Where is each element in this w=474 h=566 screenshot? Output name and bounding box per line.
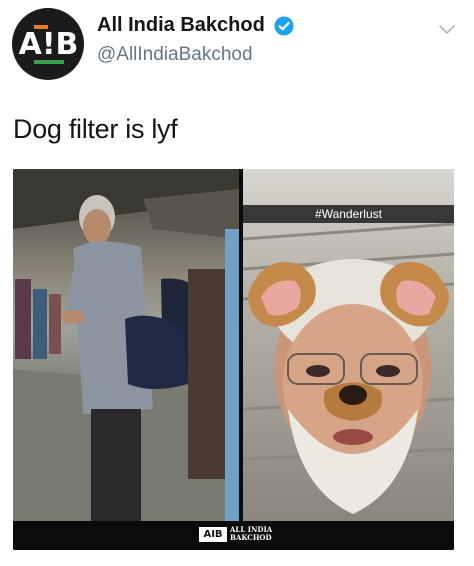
verified-badge-icon — [274, 16, 294, 36]
user-handle[interactable]: @AllIndiaBakchod — [97, 44, 253, 66]
aib-logo-bang: ! — [41, 26, 56, 62]
display-name[interactable]: All India Bakchod — [97, 14, 265, 37]
aib-logo-a: A — [18, 26, 42, 62]
tweet-text: Dog filter is lyf — [13, 114, 178, 144]
watermark-line-2: BAKCHOD — [230, 533, 272, 542]
aib-logo-b: B — [55, 26, 79, 62]
watermark-text: ALL INDIA BAKCHOD — [230, 526, 278, 542]
aib-logo: A! B — [18, 26, 79, 62]
tweet-card: A! B All India Bakchod @AllIndiaBakchod D… — [0, 0, 474, 566]
photo-dog-filter-selfie: #Wanderlust — [243, 169, 454, 521]
tweet-media[interactable]: #Wanderlust AIB ALL INDIA BAKCHOD — [13, 169, 454, 550]
snapchat-caption: #Wanderlust — [243, 205, 454, 223]
chevron-down-icon[interactable] — [438, 24, 456, 36]
watermark-logo: AIB — [199, 527, 227, 542]
avatar-green-stripe — [34, 60, 64, 64]
photo-man-on-platform — [13, 169, 239, 521]
platform-scene-illustration — [13, 169, 239, 521]
avatar[interactable]: A! B — [12, 8, 84, 80]
